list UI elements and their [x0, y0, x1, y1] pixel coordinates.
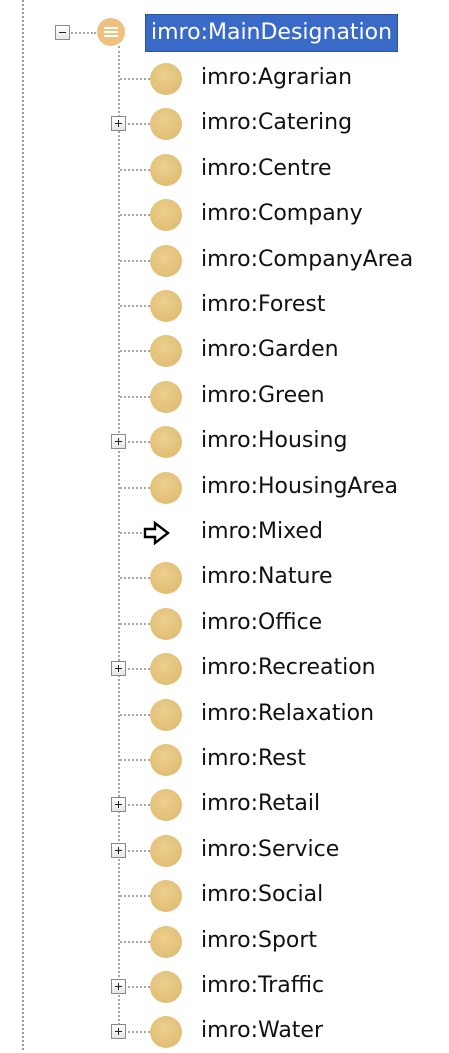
tree-item[interactable]: imro:Recreation: [0, 646, 449, 690]
class-icon: [150, 971, 182, 1003]
tree-item[interactable]: imro:Social: [0, 873, 449, 917]
tree-connector-line: [120, 486, 154, 489]
class-icon: [150, 698, 182, 731]
tree-connector-line: [120, 940, 154, 943]
tree-item-label: imro:Housing: [201, 428, 348, 454]
tree-item-label: imro:Centre: [201, 155, 332, 181]
tree-connector-line: [120, 713, 154, 716]
tree-item[interactable]: imro:Nature: [0, 555, 449, 599]
tree-item-label: imro:Office: [201, 609, 323, 635]
tree-item[interactable]: imro:Forest: [0, 283, 449, 327]
tree-item[interactable]: imro:Mixed: [0, 510, 449, 554]
tree-item[interactable]: imro:Relaxation: [0, 692, 449, 736]
tree-item-label: imro:Recreation: [201, 655, 376, 681]
tree-item[interactable]: imro:Retail: [0, 782, 449, 826]
tree-item-label: imro:CompanyArea: [201, 246, 414, 272]
expand-toggle-icon[interactable]: [111, 1024, 126, 1040]
class-icon: [150, 471, 182, 504]
class-icon: [150, 380, 182, 413]
tree-connector-line: [120, 895, 154, 898]
class-hierarchy-icon: [97, 18, 125, 46]
class-icon: [150, 244, 182, 277]
class-icon: [150, 925, 182, 958]
tree-item[interactable]: imro:Catering: [0, 101, 449, 145]
tree-item[interactable]: imro:Centre: [0, 147, 449, 191]
root-connector-line: [68, 32, 96, 34]
class-icon: [150, 335, 182, 368]
tree-item-label: imro:Retail: [201, 791, 321, 817]
class-icon: [150, 290, 182, 322]
class-icon: [150, 63, 182, 95]
tree-connector-line: [120, 350, 154, 353]
tree-item[interactable]: imro:HousingArea: [0, 465, 449, 509]
tree-item[interactable]: imro:Company: [0, 192, 449, 236]
tree-item-label: imro:Relaxation: [201, 700, 375, 726]
class-icon: [150, 744, 182, 776]
class-icon: [150, 1016, 182, 1049]
tree-item-label: imro:Water: [201, 1018, 324, 1044]
class-icon: [150, 153, 182, 186]
class-icon: [150, 108, 182, 141]
tree-item-label: imro:Garden: [201, 337, 339, 363]
tree-item[interactable]: imro:Sport: [0, 919, 449, 963]
tree-item[interactable]: imro:Water: [0, 1009, 449, 1053]
expand-toggle-icon[interactable]: [111, 979, 126, 994]
tree-item[interactable]: imro:CompanyArea: [0, 238, 449, 282]
tree-item-label: imro:Green: [201, 382, 325, 408]
tree-item-label: imro:HousingArea: [201, 473, 399, 499]
class-tree: imro:MainDesignation imro:Agrarian imro:C…: [0, 0, 449, 1050]
tree-item-label: imro:Company: [201, 201, 363, 227]
arrow-cursor-icon: [143, 520, 170, 546]
tree-item-label: imro:Social: [201, 882, 324, 908]
tree-item[interactable]: imro:Agrarian: [0, 56, 449, 100]
tree-root-selected[interactable]: imro:MainDesignation: [145, 14, 399, 52]
class-icon: [150, 653, 182, 686]
tree-item-label: imro:Service: [201, 836, 340, 862]
class-icon: [150, 789, 182, 822]
expand-toggle-icon[interactable]: [111, 797, 126, 813]
tree-item-label: imro:Sport: [201, 927, 318, 953]
tree-connector-line: [120, 305, 154, 307]
expand-toggle-icon[interactable]: [111, 116, 126, 132]
class-icon: [150, 426, 182, 459]
class-icon: [150, 880, 182, 913]
tree-item-label: imro:Nature: [201, 564, 333, 590]
tree-connector-line: [120, 214, 154, 217]
tree-item-label: imro:Traffic: [201, 973, 325, 998]
tree-item[interactable]: imro:Housing: [0, 419, 449, 463]
tree-item[interactable]: imro:Garden: [0, 328, 449, 372]
tree-item-label: imro:Catering: [201, 110, 353, 136]
tree-item[interactable]: imro:Rest: [0, 737, 449, 781]
expand-toggle-icon[interactable]: [111, 434, 126, 450]
expand-toggle-icon[interactable]: [111, 661, 126, 677]
tree-connector-line: [120, 168, 154, 171]
class-icon: [150, 562, 182, 595]
tree-connector-line: [120, 78, 154, 80]
tree-item[interactable]: imro:Office: [0, 601, 449, 645]
tree-connector-line: [120, 759, 154, 761]
tree-item[interactable]: imro:Traffic: [0, 964, 449, 1008]
tree-item[interactable]: imro:Green: [0, 374, 449, 418]
collapse-toggle-icon[interactable]: [55, 25, 70, 40]
class-icon: [150, 607, 182, 640]
tree-item-label: imro:Agrarian: [201, 65, 353, 90]
class-icon: [150, 199, 182, 232]
tree-item-label: imro:Rest: [201, 746, 306, 771]
class-icon: [150, 834, 182, 867]
tree-item-label: imro:Mixed: [201, 519, 323, 544]
tree-item[interactable]: imro:Service: [0, 828, 449, 872]
expand-toggle-icon[interactable]: [111, 842, 126, 858]
tree-connector-line: [120, 259, 154, 262]
tree-connector-line: [120, 395, 154, 398]
tree-connector-line: [120, 577, 154, 580]
tree-connector-line: [120, 622, 154, 625]
tree-item-label: imro:Forest: [201, 292, 326, 317]
